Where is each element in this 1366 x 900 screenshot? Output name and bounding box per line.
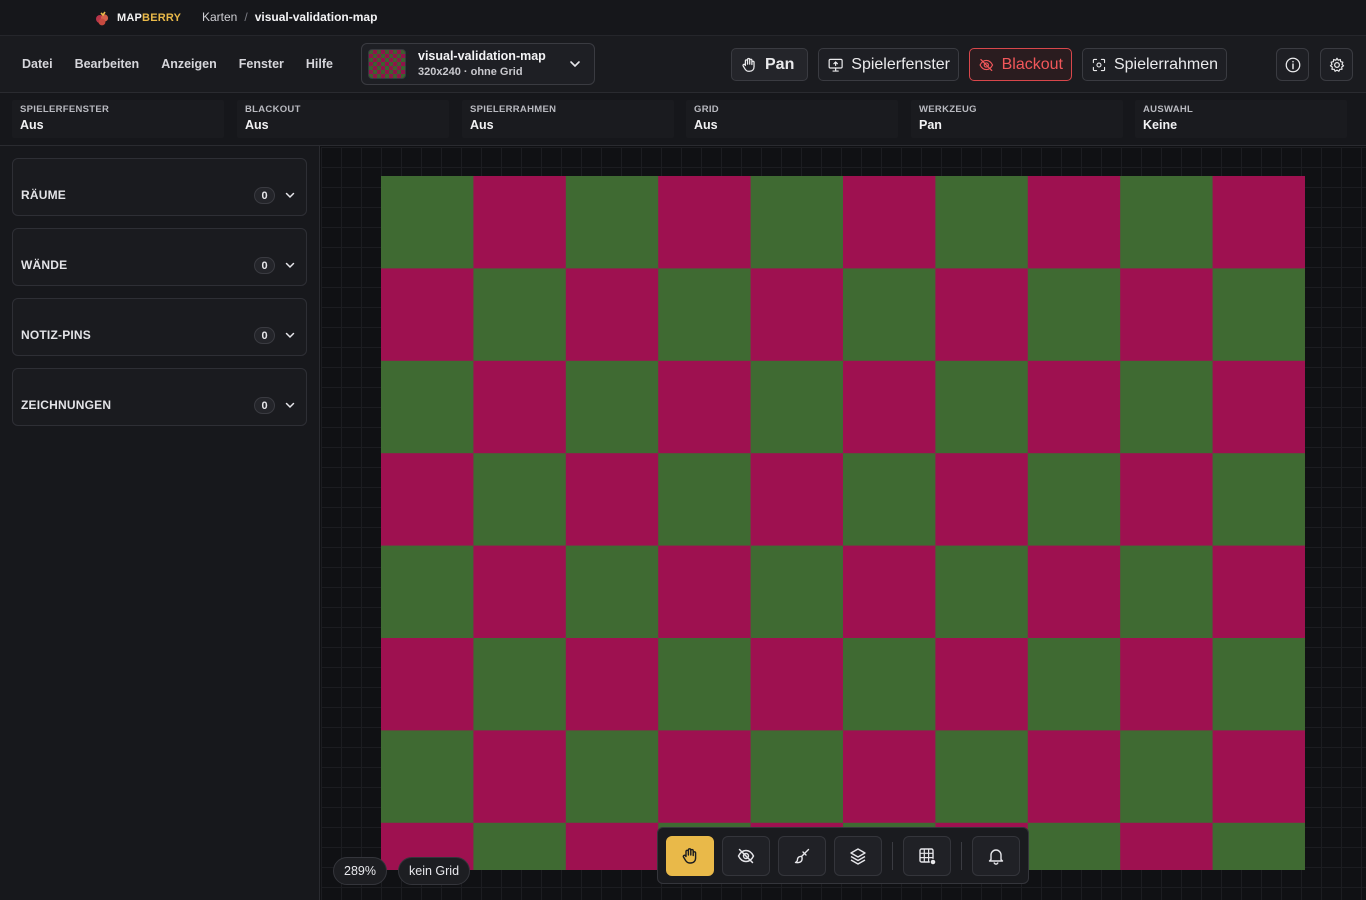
panel-title: RÄUME bbox=[21, 188, 66, 202]
status-label: SPIELERFENSTER bbox=[20, 104, 110, 115]
pan-button[interactable]: Pan bbox=[731, 48, 808, 81]
dock-divider bbox=[892, 842, 893, 870]
status-spielerrahmen: SPIELERRAHMEN Aus bbox=[462, 100, 674, 138]
blackout-label: Blackout bbox=[1001, 55, 1063, 73]
menu-fenster[interactable]: Fenster bbox=[239, 57, 284, 71]
blackout-button[interactable]: Blackout bbox=[969, 48, 1072, 81]
info-button[interactable] bbox=[1276, 48, 1309, 81]
chevron-down-icon[interactable] bbox=[284, 329, 296, 341]
layers-icon bbox=[850, 848, 866, 865]
chevron-down-icon[interactable] bbox=[284, 189, 296, 201]
map-canvas[interactable]: 289% kein Grid bbox=[321, 147, 1366, 900]
status-value: Pan bbox=[919, 118, 942, 132]
map-thumbnail bbox=[368, 49, 406, 79]
status-value: Aus bbox=[20, 118, 44, 132]
panel-waende[interactable]: WÄNDE 0 bbox=[12, 228, 307, 286]
panel-notiz-pins[interactable]: NOTIZ-PINS 0 bbox=[12, 298, 307, 356]
monitor-icon bbox=[828, 58, 843, 72]
grid-indicator[interactable]: kein Grid bbox=[398, 857, 471, 885]
breadcrumb: Karten / visual-validation-map bbox=[202, 10, 377, 24]
status-werkzeug: WERKZEUG Pan bbox=[911, 100, 1123, 138]
focus-frame-icon bbox=[1092, 58, 1106, 71]
count-badge: 0 bbox=[254, 327, 275, 344]
eye-off-icon bbox=[979, 58, 994, 71]
status-label: GRID bbox=[694, 104, 719, 115]
spielerrahmen-button[interactable]: Spielerrahmen bbox=[1082, 48, 1227, 81]
status-blackout: BLACKOUT Aus bbox=[237, 100, 449, 138]
map-subtitle: 320x240 · ohne Grid bbox=[418, 66, 523, 78]
chevron-down-icon[interactable] bbox=[284, 399, 296, 411]
brand-name: MAPBERRY bbox=[117, 12, 182, 24]
status-label: AUSWAHL bbox=[1143, 104, 1194, 115]
tool-layers-button[interactable] bbox=[834, 836, 882, 876]
tool-dock bbox=[657, 827, 1029, 884]
hand-icon bbox=[682, 848, 697, 864]
berry-logo-icon bbox=[96, 11, 109, 26]
breadcrumb-current: visual-validation-map bbox=[254, 10, 378, 24]
count-badge: 0 bbox=[254, 257, 275, 274]
tool-notifications-button[interactable] bbox=[972, 836, 1020, 876]
panel-title: WÄNDE bbox=[21, 258, 68, 272]
status-spielerfenster: SPIELERFENSTER Aus bbox=[12, 100, 224, 138]
status-auswahl: AUSWAHL Keine bbox=[1135, 100, 1347, 138]
chevron-down-icon bbox=[570, 61, 580, 68]
brush-icon bbox=[794, 848, 810, 864]
menu-hilfe[interactable]: Hilfe bbox=[306, 57, 333, 71]
bell-icon bbox=[988, 849, 1004, 865]
eye-off-icon bbox=[737, 848, 755, 864]
logo[interactable]: MAPBERRY bbox=[93, 9, 181, 27]
status-label: SPIELERRAHMEN bbox=[470, 104, 557, 115]
main-toolbar: Datei Bearbeiten Anzeigen Fenster Hilfe … bbox=[0, 36, 1366, 93]
info-icon bbox=[1285, 57, 1300, 72]
map-selector[interactable]: visual-validation-map 320x240 · ohne Gri… bbox=[361, 43, 595, 85]
sidebar: RÄUME 0 WÄNDE 0 NOTIZ-PINS 0 ZEICHNUNGEN… bbox=[0, 146, 320, 900]
zoom-indicator[interactable]: 289% bbox=[333, 857, 387, 885]
map-title: visual-validation-map bbox=[418, 49, 546, 63]
status-value: Aus bbox=[694, 118, 718, 132]
spielerrahmen-label: Spielerrahmen bbox=[1113, 55, 1218, 73]
menu-datei[interactable]: Datei bbox=[22, 57, 53, 71]
status-grid: GRID Aus bbox=[686, 100, 898, 138]
spielerfenster-label: Spielerfenster bbox=[851, 55, 950, 73]
chevron-down-icon[interactable] bbox=[284, 259, 296, 271]
menu-anzeigen[interactable]: Anzeigen bbox=[161, 57, 217, 71]
grid-icon bbox=[919, 848, 937, 866]
panel-title: NOTIZ-PINS bbox=[21, 328, 91, 342]
panel-raeume[interactable]: RÄUME 0 bbox=[12, 158, 307, 216]
top-bar: MAPBERRY Karten / visual-validation-map bbox=[0, 0, 1366, 36]
tool-blackout-button[interactable] bbox=[722, 836, 770, 876]
pan-label: Pan bbox=[765, 55, 795, 73]
status-value: Keine bbox=[1143, 118, 1178, 132]
panel-zeichnungen[interactable]: ZEICHNUNGEN 0 bbox=[12, 368, 307, 426]
count-badge: 0 bbox=[254, 187, 275, 204]
map-image[interactable] bbox=[381, 176, 1305, 870]
tool-grid-button[interactable] bbox=[903, 836, 951, 876]
status-label: WERKZEUG bbox=[919, 104, 977, 115]
breadcrumb-root[interactable]: Karten bbox=[202, 10, 237, 24]
hand-icon bbox=[742, 57, 755, 72]
menu-bearbeiten[interactable]: Bearbeiten bbox=[75, 57, 140, 71]
gear-icon bbox=[1329, 57, 1344, 72]
status-label: BLACKOUT bbox=[245, 104, 301, 115]
status-value: Aus bbox=[470, 118, 494, 132]
spielerfenster-button[interactable]: Spielerfenster bbox=[818, 48, 959, 81]
panel-title: ZEICHNUNGEN bbox=[21, 398, 112, 412]
breadcrumb-separator: / bbox=[244, 10, 248, 24]
status-strip: SPIELERFENSTER Aus BLACKOUT Aus SPIELERR… bbox=[0, 93, 1366, 146]
dock-divider bbox=[961, 842, 962, 870]
settings-button[interactable] bbox=[1320, 48, 1353, 81]
tool-pan-button[interactable] bbox=[666, 836, 714, 876]
tool-brush-button[interactable] bbox=[778, 836, 826, 876]
menu-bar: Datei Bearbeiten Anzeigen Fenster Hilfe bbox=[22, 57, 355, 71]
count-badge: 0 bbox=[254, 397, 275, 414]
status-value: Aus bbox=[245, 118, 269, 132]
